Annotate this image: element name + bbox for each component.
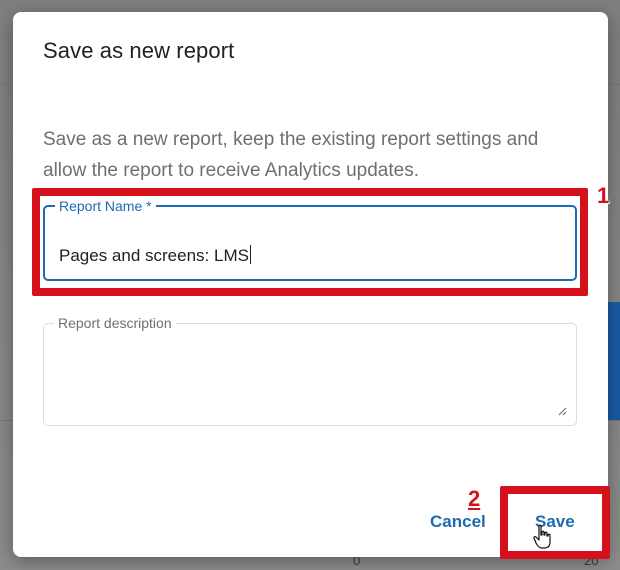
cancel-button[interactable]: Cancel bbox=[430, 512, 486, 532]
dialog-description: Save as a new report, keep the existing … bbox=[43, 129, 539, 181]
annotation-highlight-step-2 bbox=[500, 486, 610, 559]
background-blue-bar bbox=[608, 302, 620, 420]
resize-handle-icon[interactable] bbox=[557, 406, 567, 416]
annotation-step-number-1: 1 bbox=[597, 183, 610, 208]
annotation-highlight-step-1 bbox=[32, 188, 588, 296]
annotation-step-number-2: 2 bbox=[468, 486, 481, 511]
report-description-field[interactable]: Report description bbox=[43, 314, 577, 426]
report-description-label: Report description bbox=[54, 314, 176, 332]
dialog-title: Save as new report bbox=[43, 38, 235, 63]
